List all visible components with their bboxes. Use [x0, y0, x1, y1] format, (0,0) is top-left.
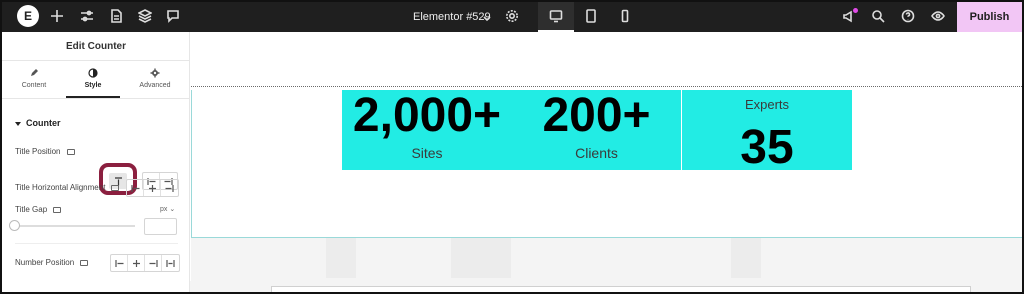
control-label: Title Gap [15, 205, 48, 214]
align-left-button[interactable] [127, 180, 144, 196]
preview-canvas: 2,000+ Sites 200+ Clients Experts 35 [191, 32, 1022, 292]
counter-widget[interactable]: Experts 35 [682, 90, 852, 174]
tab-label: Content [21, 82, 47, 89]
align-center-button[interactable] [144, 180, 161, 196]
align-center-icon [132, 259, 140, 267]
counter-number: 2,000+ [352, 89, 502, 142]
title-gap-input[interactable] [144, 218, 177, 235]
counter-title: Sites [411, 145, 443, 161]
settings-icon[interactable] [505, 9, 519, 23]
align-left-icon [130, 184, 139, 192]
eye-icon[interactable] [931, 9, 945, 23]
plus-icon[interactable] [50, 9, 64, 23]
tab-style[interactable]: Style [63, 68, 123, 89]
background-shape [451, 238, 511, 278]
section-counter[interactable]: Counter [15, 118, 61, 128]
control-label: Title Horizontal Alignment [15, 183, 106, 192]
title-horizontal-alignment-label: Title Horizontal Alignment [15, 183, 120, 192]
editor-panel: Edit Counter Content Style Advanced Coun… [2, 32, 190, 292]
number-position-center-button[interactable] [128, 255, 145, 271]
layers-icon[interactable] [138, 9, 152, 23]
tab-label: Style [84, 82, 102, 89]
counter-title: Clients [575, 145, 618, 161]
desktop-icon[interactable] [549, 9, 563, 23]
counter-number: 200+ [542, 89, 651, 142]
control-label: Title Position [15, 147, 61, 156]
title-gap-slider-track[interactable] [15, 225, 135, 227]
search-icon[interactable] [871, 9, 885, 23]
tab-content[interactable]: Content [4, 68, 64, 89]
mobile-icon[interactable] [618, 9, 632, 23]
tab-advanced[interactable]: Advanced [125, 68, 185, 89]
sliders-icon[interactable] [80, 9, 94, 23]
number-position-options [110, 254, 180, 272]
help-icon[interactable] [901, 9, 915, 23]
elementor-logo[interactable]: E [17, 5, 39, 27]
comments-icon[interactable] [166, 9, 180, 23]
number-position-start-button[interactable] [111, 255, 128, 271]
editor-window: E Elementor #529 Publish Edit Counter Co… [0, 0, 1024, 294]
page-icon[interactable] [109, 9, 123, 23]
gear-icon [150, 68, 160, 78]
number-position-stretch-button[interactable] [162, 255, 179, 271]
align-center-icon [148, 184, 156, 192]
desktop-responsive-icon[interactable] [111, 184, 120, 191]
tab-label: Advanced [139, 82, 171, 89]
counter-group[interactable]: 2,000+ Sites 200+ Clients [342, 89, 681, 170]
align-right-button[interactable] [161, 180, 178, 196]
section-boundary [191, 86, 1022, 87]
desktop-responsive-icon[interactable] [53, 206, 62, 213]
counter-title: Experts [744, 97, 790, 112]
section-label: Counter [26, 118, 61, 128]
next-section-container[interactable] [271, 286, 971, 292]
align-end-icon [149, 259, 158, 267]
document-title[interactable]: Elementor #529 [413, 11, 491, 23]
pencil-icon [31, 69, 38, 76]
contrast-icon [88, 68, 98, 78]
publish-button[interactable]: Publish [957, 2, 1022, 32]
divider [2, 60, 190, 61]
background-shape [326, 238, 356, 278]
number-position-label: Number Position [15, 258, 89, 267]
tablet-icon[interactable] [584, 9, 598, 23]
unit-selector[interactable]: px ⌄ [160, 205, 175, 213]
caret-down-icon [15, 121, 21, 126]
title-horizontal-alignment-options [126, 179, 179, 197]
top-bar: E Elementor #529 Publish [2, 2, 1022, 32]
title-gap-slider-handle[interactable] [9, 220, 20, 231]
align-right-icon [165, 184, 174, 192]
notification-dot [853, 8, 858, 13]
number-position-end-button[interactable] [145, 255, 162, 271]
align-start-icon [114, 259, 123, 267]
chevron-down-icon[interactable] [482, 11, 492, 22]
unit-label: px [160, 206, 168, 213]
panel-title: Edit Counter [66, 41, 126, 52]
title-position-label: Title Position [15, 147, 75, 156]
counter-number: 35 [740, 121, 794, 174]
desktop-responsive-icon[interactable] [80, 259, 89, 266]
divider [15, 243, 178, 244]
divider [2, 98, 190, 99]
stretch-icon [166, 259, 175, 267]
background-shape [731, 238, 761, 278]
control-label: Number Position [15, 258, 75, 267]
title-gap-label: Title Gap [15, 205, 62, 214]
desktop-responsive-icon[interactable] [66, 148, 75, 155]
